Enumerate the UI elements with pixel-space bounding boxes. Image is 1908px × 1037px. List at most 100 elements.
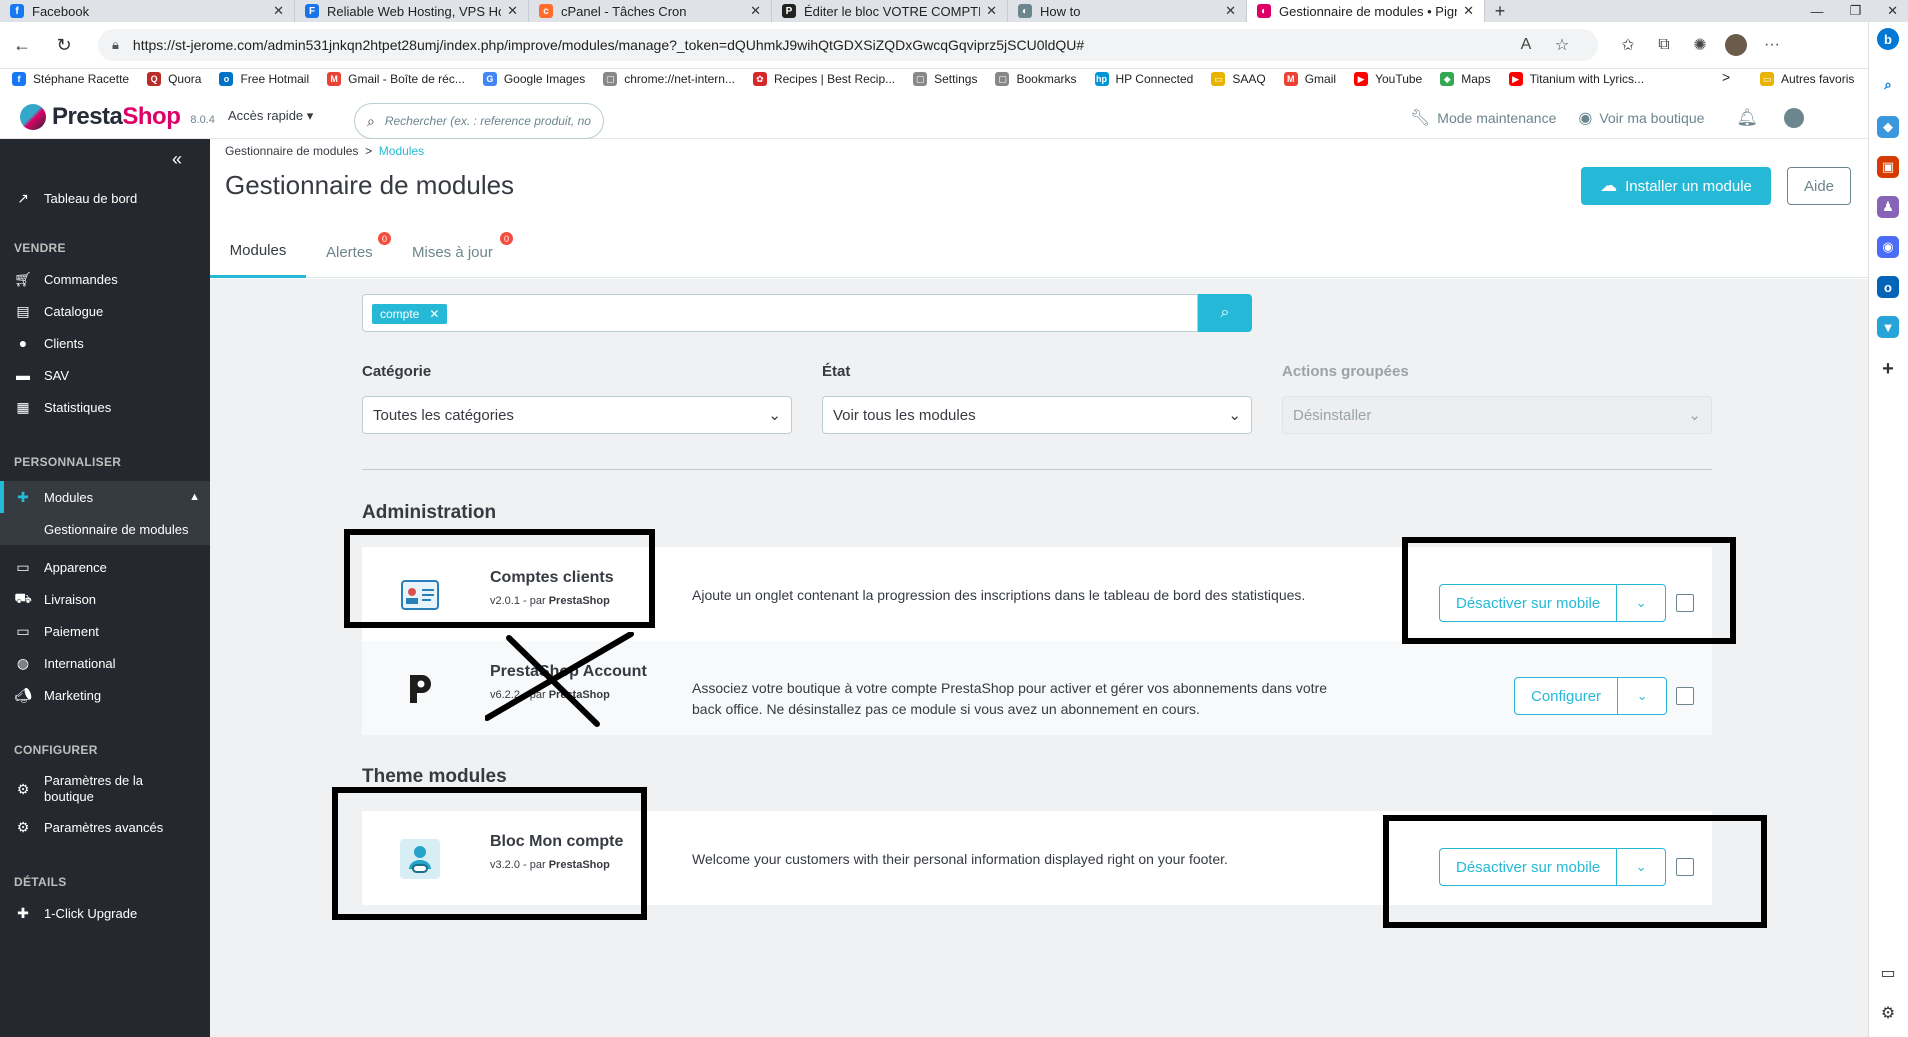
sidebar-item-marketing[interactable]: 📣︎ Marketing: [0, 681, 210, 709]
sidebar-item-advanced-parameters[interactable]: ⚙ Paramètres avancés: [0, 813, 210, 841]
quick-access-dropdown[interactable]: Accès rapide ▾: [228, 108, 313, 124]
close-window-icon[interactable]: ✕: [1887, 3, 1898, 19]
tools-icon[interactable]: ▣: [1877, 156, 1899, 178]
bookmark-item[interactable]: hp HP Connected: [1094, 72, 1193, 86]
tab-alerts[interactable]: Alertes 0: [326, 226, 391, 278]
sidebar-item-1-click-upgrade[interactable]: ✚ 1-Click Upgrade: [0, 899, 210, 927]
bookmark-item[interactable]: ▢ Settings: [913, 72, 977, 86]
browser-tab-how-to[interactable]: ◐ How to ✕: [1008, 0, 1247, 22]
trending-up-icon: ↗: [17, 189, 29, 206]
view-shop-link[interactable]: ◉ Voir ma boutique: [1578, 108, 1704, 128]
breadcrumb-current[interactable]: Modules: [379, 144, 424, 158]
browser-tab-edit-block[interactable]: P Éditer le bloc VOTRE COMPTE. C ✕: [772, 0, 1008, 22]
shopping-tag-icon[interactable]: ◆: [1877, 116, 1899, 138]
bookmark-item[interactable]: o Free Hotmail: [219, 72, 309, 86]
admin-search-input[interactable]: ⌕ Rechercher (ex. : reference produit, n…: [354, 103, 604, 139]
sidebar-item-shipping[interactable]: ⛟ Livraison: [0, 585, 210, 613]
sidebar-item-dashboard[interactable]: ↗ Tableau de bord: [0, 183, 210, 213]
bookmarks-bar: f Stéphane Racette Q Quora o Free Hotmail M…: [0, 69, 1868, 89]
sidebar-layout-icon[interactable]: ▭: [1877, 962, 1899, 984]
refresh-icon[interactable]: ↻: [48, 29, 80, 61]
office-icon[interactable]: ◉: [1877, 236, 1899, 258]
remove-tag-icon[interactable]: ✕: [429, 307, 439, 321]
bookmark-item[interactable]: ▢ chrome://net-intern...: [603, 72, 735, 86]
browser-tab-module-manager[interactable]: ◐ Gestionnaire de modules • Pignc ✕: [1247, 0, 1485, 22]
configure-button[interactable]: Configurer: [1515, 678, 1619, 714]
url-field[interactable]: 🔒︎ https://st-jerome.com/admin531jnkqn2h…: [98, 29, 1598, 61]
close-tab-icon[interactable]: ✕: [986, 3, 997, 19]
cloud-upload-icon: ☁: [1600, 176, 1618, 195]
sidebar-item-orders[interactable]: 🛒︎ Commandes: [0, 265, 210, 293]
close-tab-icon[interactable]: ✕: [1225, 3, 1236, 19]
state-filter-select[interactable]: Voir tous les modules ⌄: [822, 396, 1252, 434]
bookmark-item[interactable]: G Google Images: [482, 72, 585, 86]
tab-updates[interactable]: Mises à jour 0: [412, 226, 513, 278]
browser-tab-facebook[interactable]: f Facebook ✕: [0, 0, 295, 22]
outlook-icon[interactable]: o: [1877, 276, 1899, 298]
back-arrow-icon[interactable]: ←: [6, 29, 38, 61]
install-module-button[interactable]: ☁ Installer un module: [1581, 167, 1771, 205]
sidebar-item-catalog[interactable]: ▤ Catalogue: [0, 297, 210, 325]
sidebar-item-stats[interactable]: ▦ Statistiques: [0, 393, 210, 421]
folder-icon: ▭: [1760, 72, 1774, 86]
drop-icon[interactable]: ▼: [1877, 316, 1899, 338]
sidebar-item-international[interactable]: ◍ International: [0, 649, 210, 677]
cpanel-icon: c: [539, 4, 553, 18]
more-bookmarks-icon[interactable]: >: [1722, 69, 1730, 85]
help-button[interactable]: Aide: [1787, 167, 1851, 205]
bookmark-item[interactable]: f Stéphane Racette: [12, 72, 129, 86]
close-tab-icon[interactable]: ✕: [750, 3, 761, 19]
other-favorites[interactable]: ▭ Autres favoris: [1760, 69, 1854, 89]
employee-avatar-icon[interactable]: [1784, 108, 1804, 128]
bookmark-item[interactable]: M Gmail: [1283, 72, 1336, 86]
minimize-icon[interactable]: —: [1810, 4, 1823, 19]
games-icon[interactable]: ♟: [1877, 196, 1899, 218]
bookmark-item[interactable]: Q Quora: [147, 72, 201, 86]
favorites-icon[interactable]: ✩: [1610, 29, 1646, 61]
bookmark-item[interactable]: ✿ Recipes | Best Recip...: [752, 72, 895, 86]
more-options-icon[interactable]: ···: [1754, 29, 1790, 61]
maintenance-link[interactable]: 🔧︎ Mode maintenance: [1410, 108, 1556, 128]
sidebar-item-sav[interactable]: ▬ SAV: [0, 361, 210, 389]
bookmark-item[interactable]: ▶ YouTube: [1354, 72, 1422, 86]
read-aloud-icon[interactable]: A: [1508, 29, 1544, 61]
tab-modules[interactable]: Modules: [210, 226, 306, 278]
bookmark-item[interactable]: ◆ Maps: [1440, 72, 1491, 86]
sidebar-item-shop-parameters[interactable]: ⚙ Paramètres de la boutique: [0, 769, 210, 809]
settings-gear-icon[interactable]: ⚙: [1877, 1002, 1899, 1024]
browser-tab-hosting[interactable]: F Reliable Web Hosting, VPS Hostin ✕: [295, 0, 529, 22]
bookmark-item[interactable]: ▢ Bookmarks: [995, 72, 1077, 86]
sidebar-item-appearance[interactable]: ▭ Apparence: [0, 553, 210, 581]
module-search-input[interactable]: compte ✕: [362, 294, 1198, 332]
restore-icon[interactable]: ❐: [1849, 3, 1861, 19]
extensions-icon[interactable]: ✺: [1682, 29, 1718, 61]
new-tab-icon[interactable]: +: [1485, 0, 1515, 22]
collections-icon[interactable]: ⧉: [1646, 29, 1682, 61]
sidebar-subitem-module-manager[interactable]: Gestionnaire de modules: [0, 513, 210, 545]
category-filter-select[interactable]: Toutes les catégories ⌄: [362, 396, 792, 434]
chevron-down-icon: ⌄: [1688, 407, 1701, 424]
add-icon[interactable]: +: [1877, 358, 1899, 380]
notifications-bell-icon[interactable]: 🔔︎: [1736, 108, 1758, 128]
bing-icon[interactable]: b: [1877, 28, 1899, 50]
collapse-sidebar-icon[interactable]: «: [172, 149, 182, 170]
module-search-button[interactable]: ⌕: [1198, 294, 1252, 332]
close-tab-icon[interactable]: ✕: [507, 3, 518, 19]
chevron-down-icon[interactable]: ⌄: [1618, 678, 1666, 714]
sidebar-item-modules[interactable]: ✚ Modules ▲: [0, 481, 210, 513]
breadcrumb-parent[interactable]: Gestionnaire de modules: [225, 144, 358, 158]
close-tab-icon[interactable]: ✕: [1463, 3, 1474, 19]
search-icon[interactable]: ⌕: [1877, 74, 1899, 96]
bookmark-item[interactable]: ▶ Titanium with Lyrics...: [1508, 72, 1644, 86]
browser-tab-cpanel[interactable]: c cPanel - Tâches Cron ✕: [529, 0, 772, 22]
favorite-star-icon[interactable]: ☆: [1544, 29, 1580, 61]
bookmark-item[interactable]: M Gmail - Boîte de réc...: [327, 72, 465, 86]
close-tab-icon[interactable]: ✕: [273, 3, 284, 19]
module-select-checkbox[interactable]: [1676, 687, 1694, 705]
sidebar-item-customers[interactable]: ● Clients: [0, 329, 210, 357]
sidebar-item-payment[interactable]: ▭ Paiement: [0, 617, 210, 645]
bookmark-item[interactable]: ▭ SAAQ: [1211, 72, 1266, 86]
profile-avatar-icon[interactable]: [1718, 29, 1754, 61]
prestashop-logo[interactable]: PrestaShop 8.0.4: [20, 103, 215, 131]
youtube-icon: ▶: [1354, 72, 1369, 86]
